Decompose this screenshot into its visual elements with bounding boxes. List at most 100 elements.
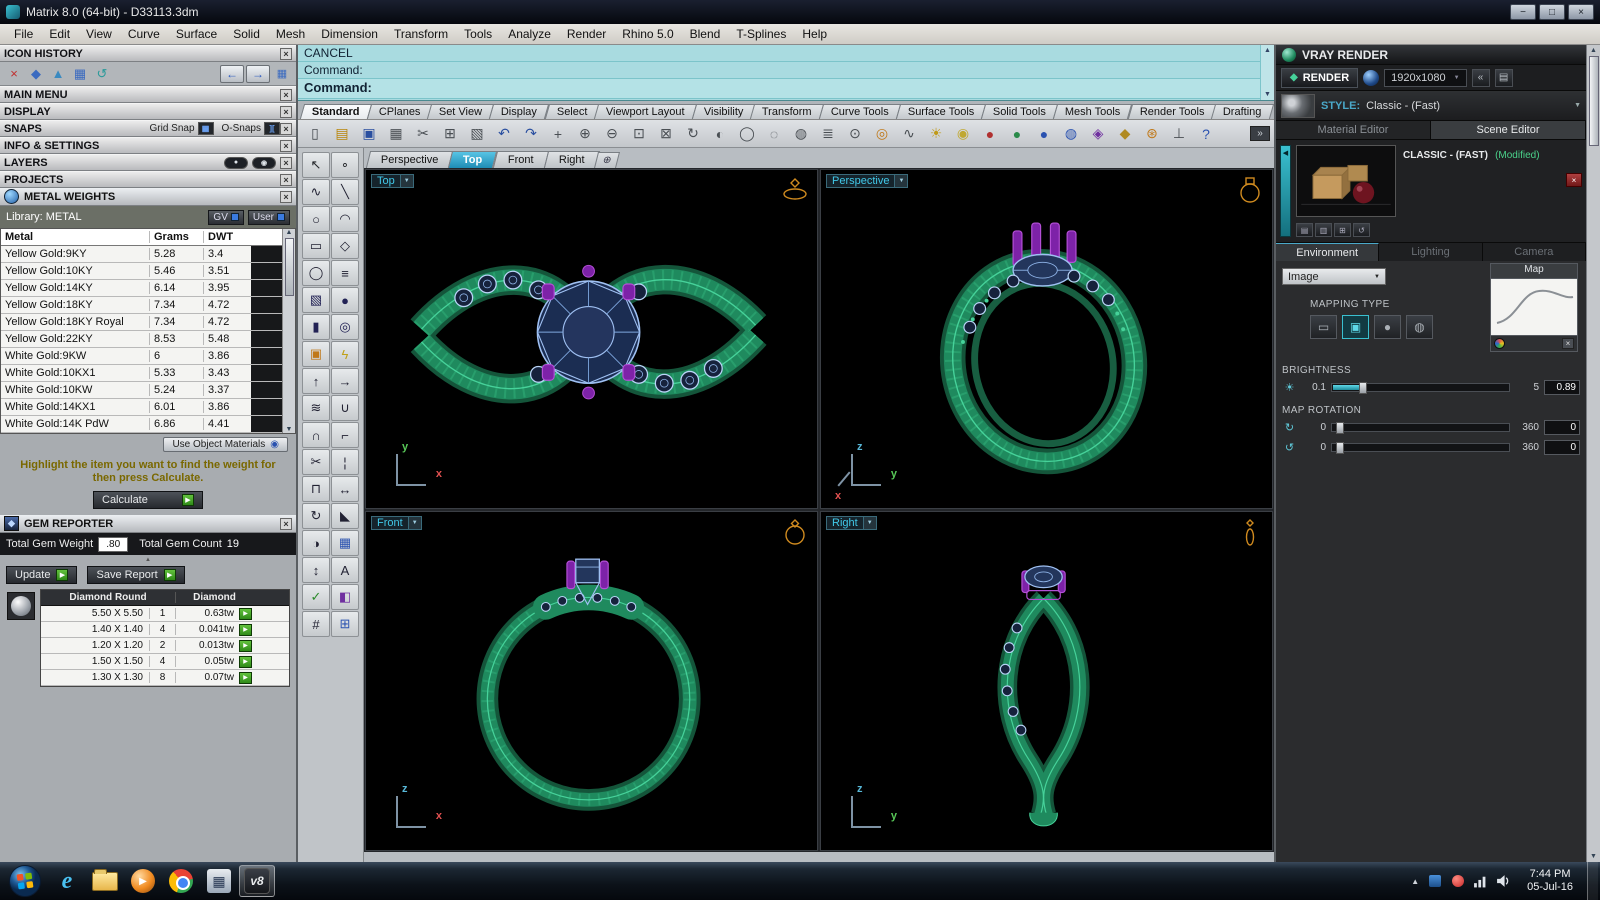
toolbar-tab[interactable]: Curve Tools xyxy=(818,104,902,119)
history-forward-button[interactable]: → xyxy=(246,64,270,83)
sun-light-icon[interactable]: ☀ xyxy=(923,122,949,146)
toolbar-tab[interactable]: Drafting xyxy=(1211,104,1275,119)
menu-item[interactable]: File xyxy=(6,25,41,43)
panel-header-metal-weights[interactable]: METAL WEIGHTS × xyxy=(0,188,296,206)
tray-clock[interactable]: 7:44 PM 05-Jul-16 xyxy=(1519,868,1581,894)
material-preview[interactable] xyxy=(1296,145,1396,217)
point-tool-icon[interactable]: ∘ xyxy=(331,152,359,178)
curve-tool-icon[interactable]: ∿ xyxy=(302,179,330,205)
gem-table-row[interactable]: 1.30 X 1.30 8 0.07tw ▶ xyxy=(41,670,289,686)
move-tool-icon[interactable]: ↔ xyxy=(331,476,359,502)
save-icon[interactable]: ▣ xyxy=(356,122,382,146)
sweep-tool-icon[interactable]: → xyxy=(331,368,359,394)
sphere-tool-icon[interactable]: ● xyxy=(331,287,359,313)
new-file-icon[interactable]: ▯ xyxy=(302,122,328,146)
line-tool-icon[interactable]: ╲ xyxy=(331,179,359,205)
metal-table-row[interactable]: Yellow Gold:9KY 5.28 3.4 xyxy=(1,246,282,263)
viewport-title-dropdown[interactable]: Perspective ▼ xyxy=(826,174,909,188)
close-button[interactable]: × xyxy=(1568,4,1594,20)
gem-row-play-button[interactable]: ▶ xyxy=(239,655,252,668)
pan-icon[interactable]: + xyxy=(545,122,571,146)
minimize-button[interactable]: − xyxy=(1510,4,1536,20)
rotation-v-value[interactable]: 0 xyxy=(1544,439,1580,455)
gem-row-play-button[interactable]: ▶ xyxy=(239,671,252,684)
user-button[interactable]: User xyxy=(247,209,290,225)
metal-table-row[interactable]: Yellow Gold:10KY 5.46 3.51 xyxy=(1,263,282,280)
viewport-tab[interactable]: Front xyxy=(492,151,549,168)
layers-lock-icon[interactable]: ◉ xyxy=(252,156,276,169)
panel-header-info-settings[interactable]: INFO & SETTINGS × xyxy=(0,137,296,154)
zoom-in-icon[interactable]: ⊕ xyxy=(572,122,598,146)
gem-row-play-button[interactable]: ▶ xyxy=(239,639,252,652)
total-gem-weight-value[interactable]: .80 xyxy=(98,536,129,552)
menu-item[interactable]: Edit xyxy=(41,25,78,43)
gem-table-row[interactable]: 1.20 X 1.20 2 0.013tw ▶ xyxy=(41,638,289,654)
chevron-down-icon[interactable]: ▼ xyxy=(1574,102,1581,109)
material-green-icon[interactable]: ● xyxy=(1004,122,1030,146)
undo-icon[interactable]: ↶ xyxy=(491,122,517,146)
tab-camera[interactable]: Camera xyxy=(1482,243,1586,261)
boolean-union-icon[interactable]: ∪ xyxy=(331,395,359,421)
viewport-title-dropdown[interactable]: Right ▼ xyxy=(826,516,877,530)
check-tool-icon[interactable]: ✓ xyxy=(302,584,330,610)
menu-item[interactable]: Curve xyxy=(120,25,168,43)
history-prong-icon[interactable]: ▲ xyxy=(48,64,68,84)
arc-tool-icon[interactable]: ◠ xyxy=(331,206,359,232)
open-file-icon[interactable]: ▤ xyxy=(329,122,355,146)
menu-item[interactable]: Solid xyxy=(225,25,268,43)
close-icon[interactable]: × xyxy=(280,122,292,135)
toolbar-tab[interactable]: Display xyxy=(489,104,550,119)
frame-buffer-icon[interactable]: ▤ xyxy=(1494,68,1513,87)
toolbar-tab[interactable]: Select xyxy=(544,104,600,119)
toolbar-tab[interactable]: Transform xyxy=(750,104,825,119)
metal-table-row[interactable]: White Gold:10KW 5.24 3.37 xyxy=(1,382,282,399)
menu-item[interactable]: Mesh xyxy=(268,25,313,43)
texture-icon[interactable]: ◈ xyxy=(1085,122,1111,146)
brightness-value[interactable]: 0.89 xyxy=(1544,379,1580,395)
command-prompt-input[interactable]: Command: xyxy=(298,79,1260,99)
grid-snap-toggle[interactable]: ▦ xyxy=(197,122,214,135)
menu-item[interactable]: T-Splines xyxy=(728,25,794,43)
fillet-tool-icon[interactable]: ⌐ xyxy=(331,422,359,448)
lightning-fast-icon[interactable]: ϟ xyxy=(331,341,359,367)
gumball-icon[interactable]: ◎ xyxy=(869,122,895,146)
metal-table-row[interactable]: White Gold:14K PdW 6.86 4.41 xyxy=(1,416,282,433)
metal-table-scrollbar[interactable]: ▲ ▼ xyxy=(282,229,295,433)
history-delete-icon[interactable]: × xyxy=(4,64,24,84)
menu-item[interactable]: Dimension xyxy=(313,25,386,43)
metal-table-row[interactable]: White Gold:14KX1 6.01 3.86 xyxy=(1,399,282,416)
toolbar-tab[interactable]: Render Tools xyxy=(1127,104,1217,119)
print-icon[interactable]: ▦ xyxy=(383,122,409,146)
scale-tool-icon[interactable]: ◣ xyxy=(331,503,359,529)
rectangle-tool-icon[interactable]: ▭ xyxy=(302,233,330,259)
ellipse-tool-icon[interactable]: ◯ xyxy=(302,260,330,286)
taskbar-ie-icon[interactable]: e xyxy=(49,865,85,897)
metal-table-row[interactable]: Yellow Gold:22KY 8.53 5.48 xyxy=(1,331,282,348)
record-history-icon[interactable]: ∿ xyxy=(896,122,922,146)
shaded-view-icon[interactable]: ◐ xyxy=(707,122,733,146)
map-clear-icon[interactable]: × xyxy=(1562,338,1574,349)
rotation-v-slider[interactable] xyxy=(1331,441,1510,454)
map-preview-image[interactable] xyxy=(1490,278,1578,336)
menu-item[interactable]: Analyze xyxy=(500,25,559,43)
render-history-icon[interactable]: « xyxy=(1471,68,1490,87)
array-tool-icon[interactable]: ▦ xyxy=(331,530,359,556)
object-snap-icon[interactable]: ⊙ xyxy=(842,122,868,146)
metal-table-row[interactable]: Yellow Gold:14KY 6.14 3.95 xyxy=(1,280,282,297)
taskbar-explorer-icon[interactable] xyxy=(87,865,123,897)
save-report-button[interactable]: Save Report ▶ xyxy=(87,566,185,584)
material-red-icon[interactable]: ● xyxy=(977,122,1003,146)
gem-table-row[interactable]: 1.40 X 1.40 4 0.041tw ▶ xyxy=(41,622,289,638)
close-icon[interactable]: × xyxy=(280,47,292,60)
metal-table-row[interactable]: Yellow Gold:18KY 7.34 4.72 xyxy=(1,297,282,314)
rotate-view-icon[interactable]: ↻ xyxy=(680,122,706,146)
menu-item[interactable]: Transform xyxy=(386,25,456,43)
settings-gear-icon[interactable]: ⊛ xyxy=(1139,122,1165,146)
torus-tool-icon[interactable]: ◎ xyxy=(331,314,359,340)
viewport-perspective[interactable]: Perspective ▼ z y x xyxy=(820,169,1273,509)
gem-panel-collapse-handle[interactable]: ▲ xyxy=(0,555,296,564)
menu-item[interactable]: Help xyxy=(794,25,835,43)
start-button[interactable] xyxy=(8,864,42,898)
cylinder-tool-icon[interactable]: ▮ xyxy=(302,314,330,340)
viewport-tab[interactable]: Perspective xyxy=(365,151,454,168)
